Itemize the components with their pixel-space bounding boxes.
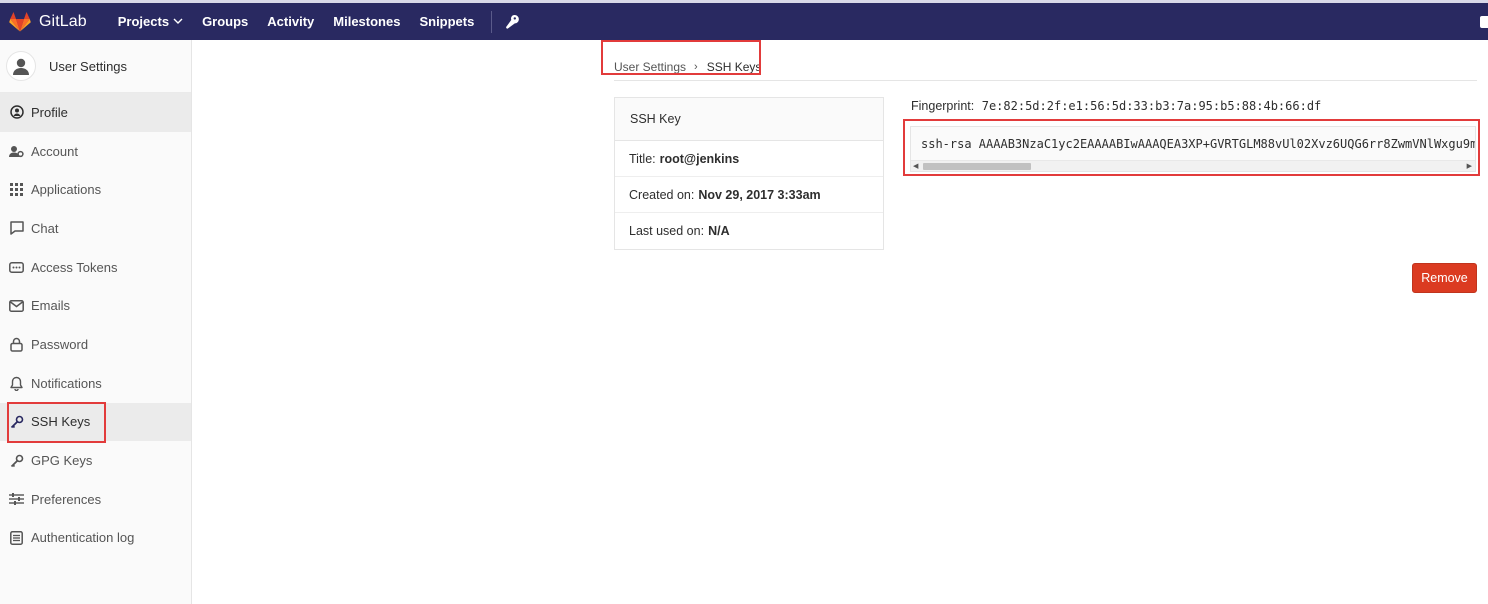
ssh-key-last-used-row: Last used on: N/A [615, 213, 883, 249]
public-key-box[interactable]: ssh-rsa AAAAB3NzaC1yc2EAAAABIwAAAQEA3XP+… [910, 126, 1476, 172]
chevron-down-icon [173, 18, 183, 24]
created-label: Created on: [629, 187, 695, 202]
sidebar-item-notifications[interactable]: Notifications [0, 364, 191, 403]
main-nav: Projects Groups Activity Milestones Snip… [118, 10, 520, 33]
ssh-key-details-card: SSH Key Title: root@jenkins Created on: … [614, 97, 884, 250]
sidebar-item-account[interactable]: Account [0, 132, 191, 171]
key-icon [9, 453, 24, 468]
nav-groups[interactable]: Groups [202, 14, 248, 29]
ssh-key-created: Nov 29, 2017 3:33am [698, 187, 821, 202]
sidebar-item-gpg-keys[interactable]: GPG Keys [0, 441, 191, 480]
sidebar-item-authentication-log[interactable]: Authentication log [0, 519, 191, 558]
sidebar-item-chat[interactable]: Chat [0, 209, 191, 248]
email-icon [9, 298, 24, 313]
account-icon [9, 144, 24, 159]
key-icon [9, 414, 24, 429]
fingerprint-label: Fingerprint: [911, 99, 975, 113]
user-icon [13, 58, 29, 75]
sidebar-item-label: Applications [31, 182, 102, 198]
ssh-key-title-row: Title: root@jenkins [615, 141, 883, 177]
last-used-label: Last used on: [629, 224, 705, 238]
sidebar-item-label: GPG Keys [31, 453, 93, 469]
sidebar-item-label: Emails [31, 298, 71, 314]
sidebar-item-label: SSH Keys [31, 414, 91, 430]
breadcrumb-divider [614, 80, 1477, 81]
scroll-right-icon[interactable]: ▶ [1467, 162, 1472, 170]
ssh-key-created-row: Created on: Nov 29, 2017 3:33am [615, 177, 883, 213]
ssh-key-title: root@jenkins [659, 151, 740, 166]
sidebar-item-emails[interactable]: Emails [0, 286, 191, 325]
bell-icon [9, 376, 24, 391]
nav-milestones[interactable]: Milestones [333, 14, 400, 29]
sidebar-item-applications[interactable]: Applications [0, 170, 191, 209]
nav-projects[interactable]: Projects [118, 14, 183, 29]
applications-icon [9, 182, 24, 197]
sidebar-item-preferences[interactable]: Preferences [0, 480, 191, 519]
sidebar-item-label: Account [31, 143, 78, 159]
gitlab-home-link[interactable]: GitLab [9, 11, 87, 32]
sidebar-item-label: Access Tokens [31, 259, 118, 275]
sidebar-item-label: Password [31, 336, 89, 352]
ssh-key-card-header: SSH Key [615, 98, 883, 141]
horizontal-scrollbar[interactable]: ◀ ▶ [911, 160, 1475, 171]
chat-icon [9, 221, 24, 236]
public-key-text[interactable]: ssh-rsa AAAAB3NzaC1yc2EAAAABIwAAAQEA3XP+… [921, 137, 1475, 151]
sidebar-title: User Settings [49, 58, 128, 74]
main-content: User Settings › SSH Keys SSH Key Title: … [193, 40, 1488, 604]
settings-sidebar: User Settings Profile Account Applicatio… [0, 40, 192, 604]
admin-area-link[interactable] [505, 14, 520, 29]
gitlab-logo-icon [9, 11, 31, 31]
sidebar-header[interactable]: User Settings [0, 40, 191, 93]
new-item-icon[interactable] [1480, 16, 1488, 28]
nav-snippets[interactable]: Snippets [419, 14, 474, 29]
ssh-key-fingerprint: Fingerprint: 7e:82:5d:2f:e1:56:5d:33:b3:… [911, 99, 1321, 113]
sidebar-item-access-tokens[interactable]: Access Tokens [0, 248, 191, 287]
ssh-key-last-used: N/A [708, 224, 730, 238]
nav-projects-label: Projects [117, 14, 170, 29]
sidebar-item-label: Authentication log [31, 530, 135, 546]
scroll-left-icon[interactable]: ◀ [913, 162, 918, 170]
breadcrumb: User Settings › SSH Keys [614, 60, 761, 74]
breadcrumb-separator: › [694, 61, 698, 73]
nav-activity[interactable]: Activity [267, 14, 314, 29]
sidebar-item-label: Chat [31, 220, 59, 236]
breadcrumb-parent[interactable]: User Settings [614, 60, 686, 74]
wrench-icon [506, 14, 520, 29]
fingerprint-value: 7e:82:5d:2f:e1:56:5d:33:b3:7a:95:b5:88:4… [981, 99, 1322, 113]
profile-icon [9, 105, 24, 120]
avatar [6, 51, 36, 81]
remove-button[interactable]: Remove [1412, 263, 1477, 293]
token-icon [9, 260, 24, 275]
lock-icon [9, 337, 24, 352]
sidebar-item-label: Preferences [31, 491, 102, 507]
log-icon [9, 530, 24, 545]
title-label: Title: [629, 151, 656, 166]
sidebar-item-password[interactable]: Password [0, 325, 191, 364]
scrollbar-thumb[interactable] [923, 163, 1031, 170]
breadcrumb-current: SSH Keys [706, 60, 762, 74]
sidebar-item-profile[interactable]: Profile [0, 93, 191, 132]
sliders-icon [9, 492, 24, 507]
top-navbar: GitLab Projects Groups Activity Mileston… [0, 0, 1488, 40]
nav-divider [491, 10, 493, 33]
brand-name: GitLab [39, 12, 87, 30]
sidebar-item-label: Notifications [31, 375, 102, 391]
sidebar-item-label: Profile [31, 104, 68, 120]
sidebar-item-ssh-keys[interactable]: SSH Keys [0, 402, 191, 442]
